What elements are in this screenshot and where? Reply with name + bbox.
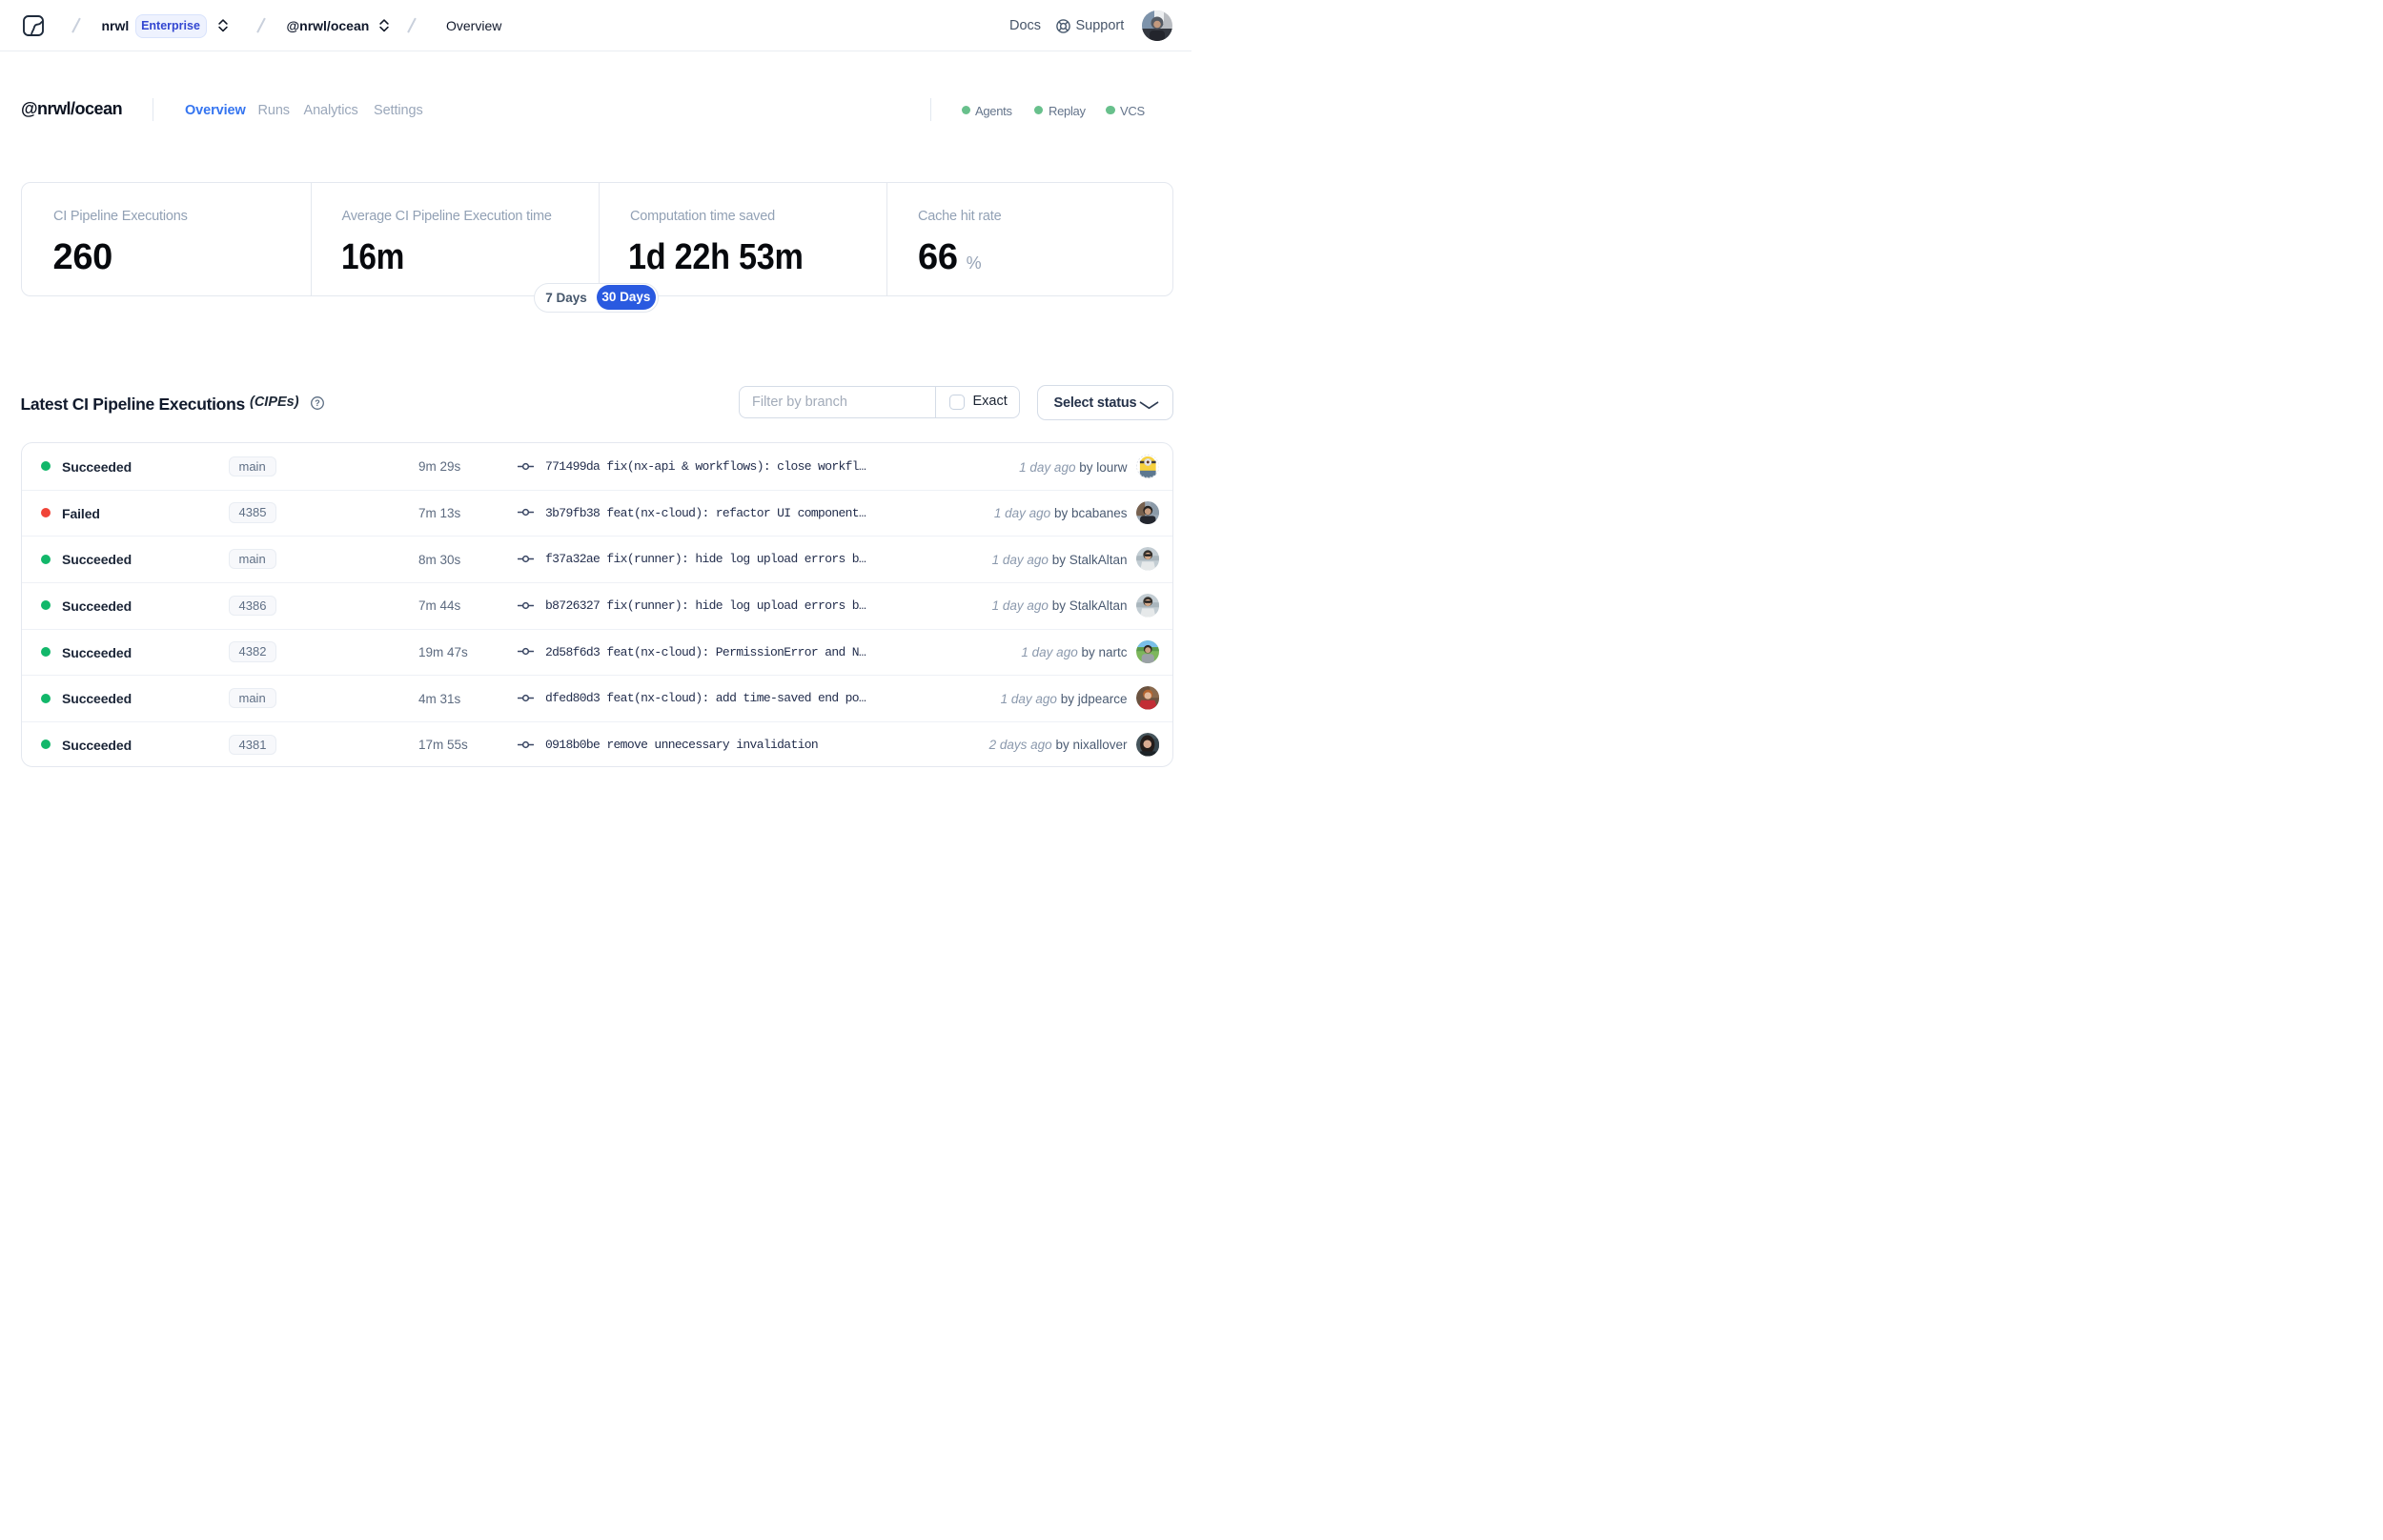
svg-text:?: ? [315,398,320,408]
